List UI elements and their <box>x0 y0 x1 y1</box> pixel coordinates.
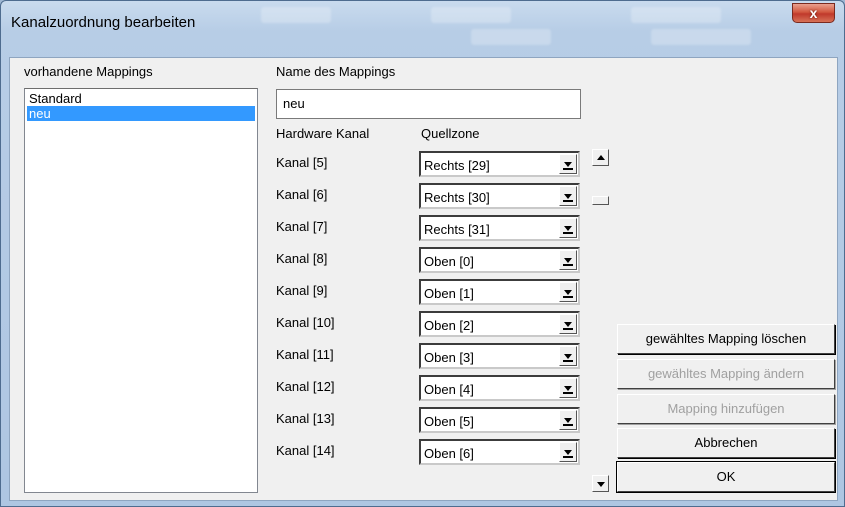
source-zone-value: Oben [6] <box>424 446 474 461</box>
add-mapping-button[interactable]: Mapping hinzufügen <box>617 394 835 424</box>
chevron-down-icon <box>564 290 572 295</box>
window-title: Kanalzuordnung bearbeiten <box>11 14 196 31</box>
source-zone-value: Rechts [30] <box>424 190 490 205</box>
channel-label: Kanal [13] <box>276 411 335 426</box>
source-zone-select[interactable]: Rechts [31] <box>419 215 580 241</box>
dropdown-button[interactable] <box>559 154 577 174</box>
channel-label: Kanal [5] <box>276 155 328 170</box>
chevron-down-icon <box>564 418 572 423</box>
dropdown-underline <box>563 200 573 202</box>
column-header-source-zone: Quellzone <box>421 126 480 141</box>
source-zone-value: Oben [3] <box>424 350 474 365</box>
scroll-down-button[interactable] <box>592 475 609 492</box>
source-zone-select[interactable]: Oben [3] <box>419 343 580 369</box>
scroll-up-button[interactable] <box>592 149 609 166</box>
source-zone-select[interactable]: Oben [0] <box>419 247 580 273</box>
delete-mapping-button[interactable]: gewähltes Mapping löschen <box>617 324 835 354</box>
mappings-listbox[interactable]: Standard neu <box>24 88 258 493</box>
dropdown-button[interactable] <box>559 218 577 238</box>
source-zone-select[interactable]: Rechts [30] <box>419 183 580 209</box>
chevron-down-icon <box>564 322 572 327</box>
dropdown-underline <box>563 392 573 394</box>
dropdown-underline <box>563 424 573 426</box>
chevron-down-icon <box>564 450 572 455</box>
chevron-down-icon <box>564 226 572 231</box>
source-zone-value: Rechts [29] <box>424 158 490 173</box>
dropdown-button[interactable] <box>559 282 577 302</box>
mappings-list-label: vorhandene Mappings <box>24 64 153 79</box>
dropdown-button[interactable] <box>559 186 577 206</box>
chevron-down-icon <box>564 386 572 391</box>
dropdown-button[interactable] <box>559 410 577 430</box>
chevron-down-icon <box>564 354 572 359</box>
close-button[interactable]: x <box>792 3 835 23</box>
dropdown-underline <box>563 296 573 298</box>
mapping-name-input[interactable]: neu <box>276 89 581 119</box>
dropdown-underline <box>563 168 573 170</box>
chevron-down-icon <box>564 162 572 167</box>
channel-label: Kanal [7] <box>276 219 328 234</box>
chevron-down-icon <box>564 258 572 263</box>
ok-button[interactable]: OK <box>616 461 836 493</box>
scroll-thumb[interactable] <box>592 196 609 205</box>
mapping-name-label: Name des Mappings <box>276 64 396 79</box>
source-zone-select[interactable]: Rechts [29] <box>419 151 580 177</box>
channel-label: Kanal [6] <box>276 187 328 202</box>
dialog-client-area: vorhandene Mappings Standard neu Name de… <box>9 57 838 501</box>
source-zone-select[interactable]: Oben [6] <box>419 439 580 465</box>
source-zone-select[interactable]: Oben [1] <box>419 279 580 305</box>
dropdown-underline <box>563 328 573 330</box>
arrow-down-icon <box>597 482 605 487</box>
dropdown-underline <box>563 264 573 266</box>
chevron-down-icon <box>564 194 572 199</box>
source-zone-select[interactable]: Oben [2] <box>419 311 580 337</box>
source-zone-value: Oben [4] <box>424 382 474 397</box>
channel-label: Kanal [9] <box>276 283 328 298</box>
arrow-up-icon <box>597 155 605 160</box>
source-zone-value: Oben [2] <box>424 318 474 333</box>
close-icon[interactable]: x <box>810 5 818 21</box>
column-header-hardware: Hardware Kanal <box>276 126 370 141</box>
dropdown-button[interactable] <box>559 250 577 270</box>
source-zone-select[interactable]: Oben [4] <box>419 375 580 401</box>
source-zone-value: Oben [1] <box>424 286 474 301</box>
background-blur <box>261 7 331 23</box>
dropdown-button[interactable] <box>559 314 577 334</box>
list-item-standard[interactable]: Standard <box>27 91 255 106</box>
title-bar[interactable]: Kanalzuordnung bearbeiten x <box>1 1 844 51</box>
channel-list-scrollbar[interactable] <box>592 149 611 493</box>
dropdown-button[interactable] <box>559 378 577 398</box>
dialog-window: Kanalzuordnung bearbeiten x vorhandene M… <box>0 0 845 507</box>
background-blur <box>471 29 551 45</box>
cancel-button[interactable]: Abbrechen <box>617 428 835 458</box>
background-blur <box>651 29 751 45</box>
dropdown-underline <box>563 360 573 362</box>
dropdown-underline <box>563 232 573 234</box>
dropdown-button[interactable] <box>559 442 577 462</box>
channel-label: Kanal [12] <box>276 379 335 394</box>
source-zone-select[interactable]: Oben [5] <box>419 407 580 433</box>
background-blur <box>631 7 721 23</box>
channel-label: Kanal [10] <box>276 315 335 330</box>
dropdown-underline <box>563 456 573 458</box>
list-item-neu[interactable]: neu <box>27 106 255 121</box>
background-blur <box>431 7 511 23</box>
dropdown-button[interactable] <box>559 346 577 366</box>
channel-label: Kanal [11] <box>276 347 334 362</box>
channel-label: Kanal [8] <box>276 251 328 266</box>
channel-label: Kanal [14] <box>276 443 335 458</box>
source-zone-value: Rechts [31] <box>424 222 490 237</box>
change-mapping-button[interactable]: gewähltes Mapping ändern <box>617 359 835 389</box>
source-zone-value: Oben [0] <box>424 254 474 269</box>
source-zone-value: Oben [5] <box>424 414 474 429</box>
